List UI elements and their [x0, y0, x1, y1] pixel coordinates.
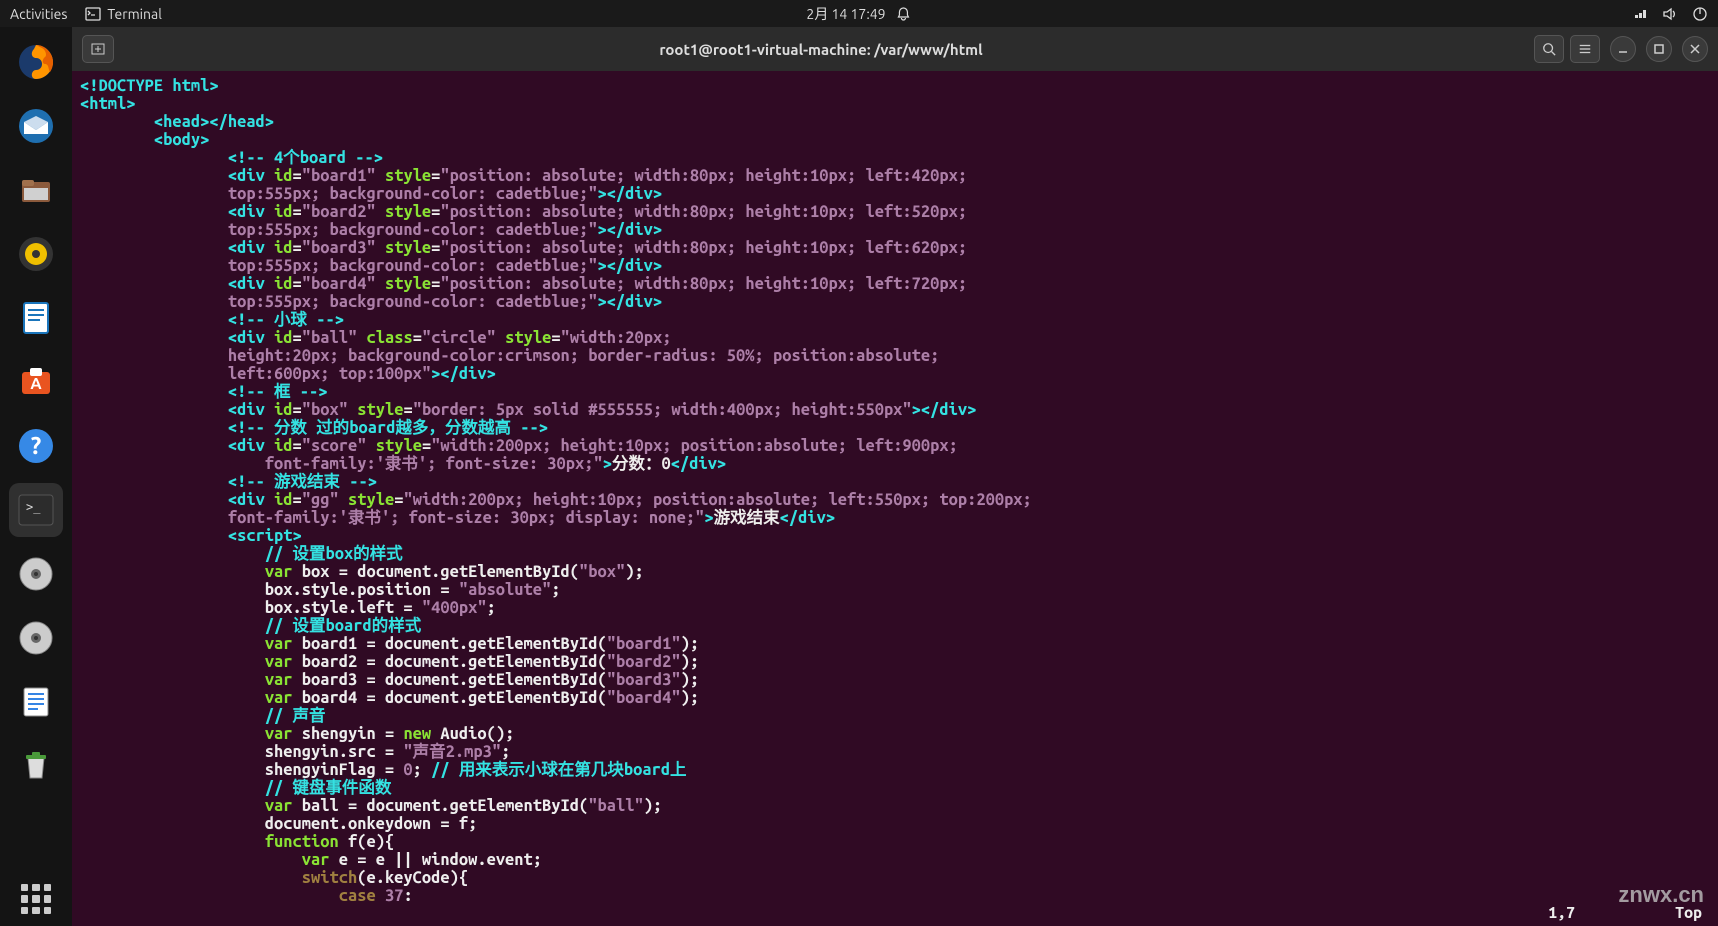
hamburger-icon — [1578, 42, 1592, 56]
window-title: root1@root1-virtual-machine: /var/www/ht… — [114, 41, 1528, 58]
network-icon[interactable] — [1632, 6, 1648, 22]
svg-text:?: ? — [31, 432, 42, 459]
search-button[interactable] — [1534, 35, 1564, 63]
dock-files[interactable] — [9, 163, 63, 217]
show-applications[interactable] — [21, 884, 51, 914]
activities-button[interactable]: Activities — [10, 6, 67, 22]
close-button[interactable] — [1682, 36, 1708, 62]
dock-trash[interactable] — [9, 739, 63, 793]
dock-writer[interactable] — [9, 291, 63, 345]
power-icon[interactable] — [1692, 6, 1708, 22]
watermark: znwx.cn — [1618, 886, 1704, 904]
window-titlebar: root1@root1-virtual-machine: /var/www/ht… — [72, 27, 1718, 71]
menu-button[interactable] — [1570, 35, 1600, 63]
volume-icon[interactable] — [1662, 6, 1678, 22]
vim-cursor-pos: 1,7 — [1548, 904, 1575, 922]
svg-text:>_: >_ — [26, 500, 41, 514]
dock-software[interactable]: A — [9, 355, 63, 409]
dock-terminal[interactable]: >_ — [9, 483, 63, 537]
dock: A ? >_ — [0, 27, 72, 926]
maximize-button[interactable] — [1646, 36, 1672, 62]
new-tab-button[interactable] — [82, 35, 114, 63]
dock-help[interactable]: ? — [9, 419, 63, 473]
clock[interactable]: 2月 14 17:49 — [806, 4, 885, 24]
minimize-button[interactable] — [1610, 36, 1636, 62]
app-menu[interactable]: Terminal — [85, 6, 162, 22]
terminal-icon — [85, 6, 101, 22]
dock-disc2[interactable] — [9, 611, 63, 665]
vim-scroll: Top — [1675, 904, 1702, 922]
dock-text-editor[interactable] — [9, 675, 63, 729]
maximize-icon — [1654, 44, 1664, 54]
dock-disc1[interactable] — [9, 547, 63, 601]
new-tab-icon — [90, 41, 106, 57]
app-menu-label: Terminal — [107, 6, 162, 22]
dock-firefox[interactable] — [9, 35, 63, 89]
minimize-icon — [1618, 44, 1628, 54]
bell-icon — [896, 6, 912, 22]
svg-text:A: A — [30, 375, 42, 393]
editor-content[interactable]: <!DOCTYPE html> <html> <head></head> <bo… — [72, 71, 1718, 926]
terminal-window: root1@root1-virtual-machine: /var/www/ht… — [72, 27, 1718, 926]
gnome-topbar: Activities Terminal 2月 14 17:49 — [0, 0, 1718, 27]
vim-status: 1,7 Top — [1548, 904, 1702, 922]
dock-thunderbird[interactable] — [9, 99, 63, 153]
search-icon — [1542, 42, 1556, 56]
dock-rhythmbox[interactable] — [9, 227, 63, 281]
close-icon — [1690, 44, 1700, 54]
